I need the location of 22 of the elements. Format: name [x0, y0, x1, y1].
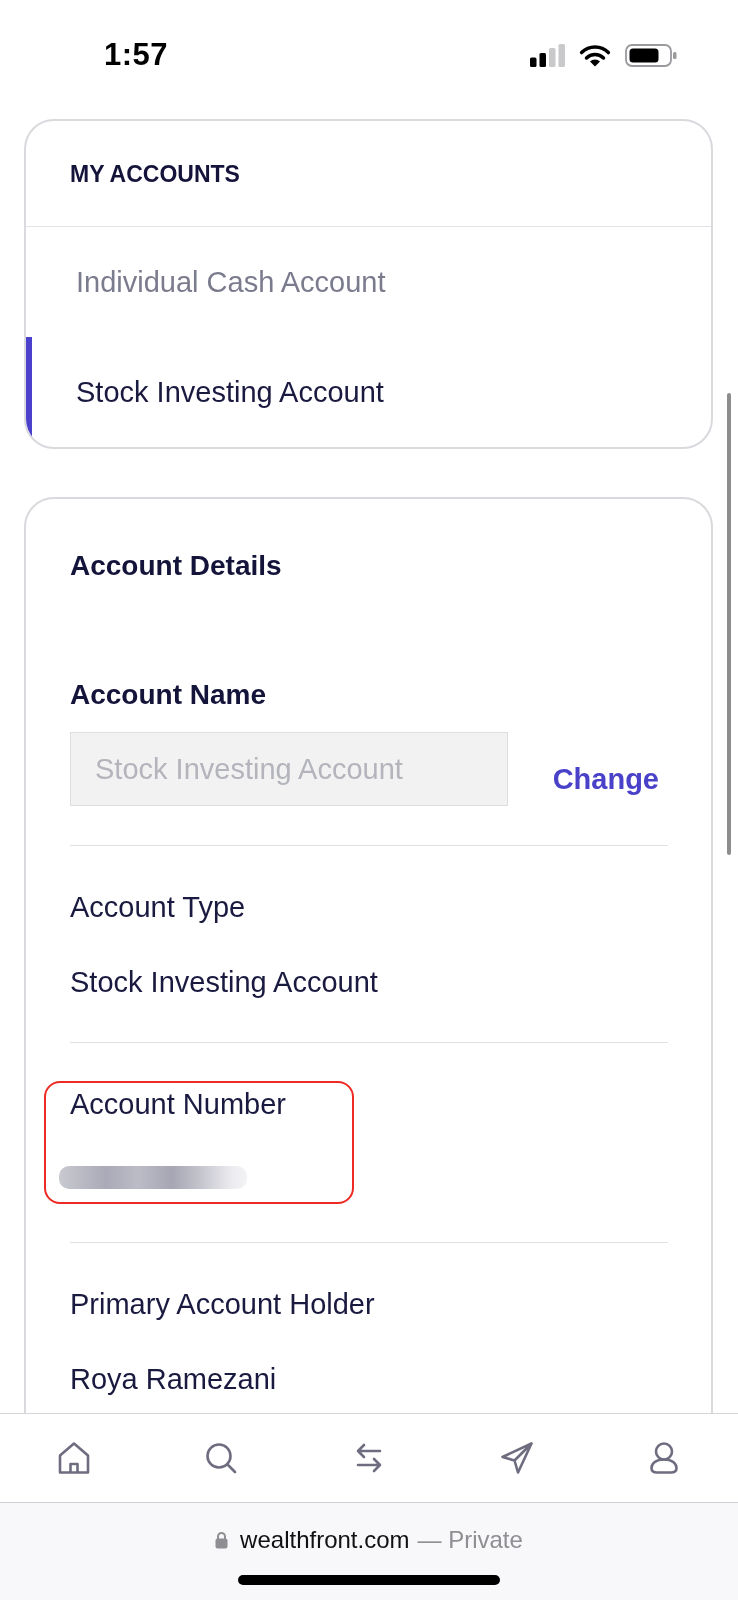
wifi-icon — [579, 43, 611, 67]
detail-value: Stock Investing Account — [70, 965, 378, 1000]
detail-value: Roya Ramezani — [70, 1362, 277, 1397]
card-title: Account Details — [70, 549, 282, 583]
detail-label: Account Number — [70, 1087, 286, 1122]
account-list-item[interactable]: Stock Investing Account — [26, 337, 711, 447]
lock-icon — [215, 1531, 229, 1549]
home-icon[interactable] — [56, 1441, 91, 1475]
signal-icon — [530, 43, 565, 67]
person-icon[interactable] — [649, 1441, 680, 1475]
battery-icon — [625, 43, 677, 67]
account-list-item[interactable]: Individual Cash Account — [26, 227, 711, 337]
detail-label: Primary Account Holder — [70, 1287, 375, 1322]
detail-label: Account Type — [70, 890, 246, 925]
paper-plane-icon[interactable] — [499, 1441, 534, 1475]
search-icon[interactable] — [205, 1442, 238, 1474]
swap-arrows-icon[interactable] — [354, 1443, 384, 1473]
field-label: Account Name — [70, 678, 267, 712]
section-title: MY ACCOUNTS — [70, 160, 240, 189]
private-mode-label: — Private — [417, 1525, 523, 1555]
url-text[interactable]: wealthfront.com — [240, 1525, 410, 1555]
clock-time: 1:57 — [104, 37, 169, 73]
